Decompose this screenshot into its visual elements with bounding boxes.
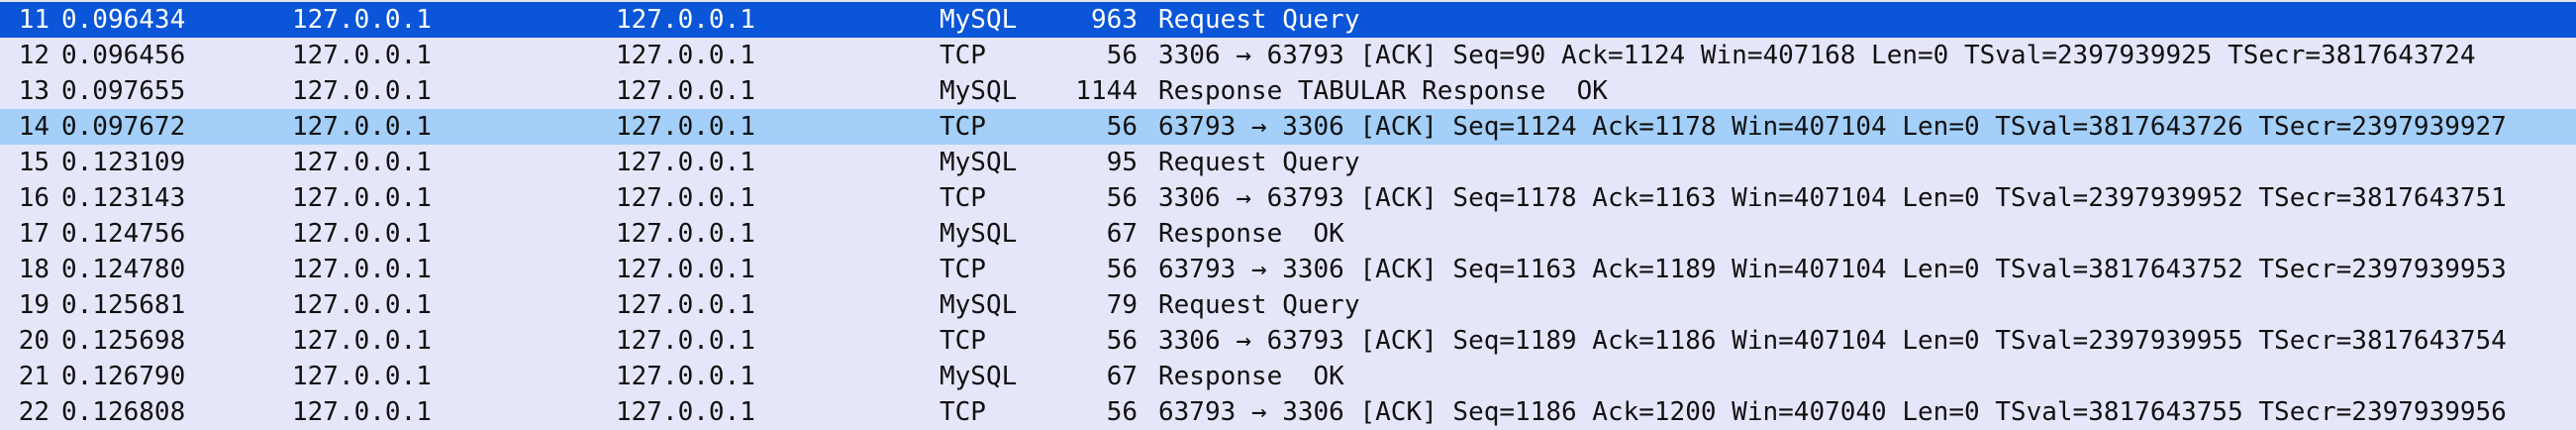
packet-time: 0.096434	[61, 5, 186, 35]
packet-destination: 127.0.0.1	[616, 362, 755, 391]
packet-length: 79	[1106, 290, 1138, 320]
packet-number: 16	[18, 183, 50, 213]
packet-row[interactable]: 19 0.125681 127.0.0.1 127.0.0.1 MySQL 79 Reque…	[0, 287, 2576, 323]
packet-length: 56	[1106, 255, 1138, 284]
packet-number: 17	[18, 219, 50, 249]
packet-source: 127.0.0.1	[292, 112, 432, 142]
packet-number: 21	[18, 362, 50, 391]
packet-time: 0.126790	[61, 362, 186, 391]
packet-source: 127.0.0.1	[292, 76, 432, 106]
packet-info: Response OK	[1158, 362, 1344, 391]
packet-source: 127.0.0.1	[292, 326, 432, 356]
packet-number: 11	[18, 5, 50, 35]
packet-row[interactable]: 22 0.126808 127.0.0.1 127.0.0.1 TCP 56 63793 →…	[0, 394, 2576, 430]
packet-destination: 127.0.0.1	[616, 148, 755, 177]
packet-destination: 127.0.0.1	[616, 5, 755, 35]
packet-length: 56	[1106, 183, 1138, 213]
packet-source: 127.0.0.1	[292, 362, 432, 391]
packet-source: 127.0.0.1	[292, 397, 432, 427]
packet-number: 15	[18, 148, 50, 177]
packet-length: 1144	[1075, 76, 1138, 106]
packet-info: 63793 → 3306 [ACK] Seq=1163 Ack=1189 Win…	[1158, 255, 2507, 284]
packet-row[interactable]: 15 0.123109 127.0.0.1 127.0.0.1 MySQL 95 Reque…	[0, 145, 2576, 180]
packet-number: 20	[18, 326, 50, 356]
packet-number: 13	[18, 76, 50, 106]
packet-info: 63793 → 3306 [ACK] Seq=1124 Ack=1178 Win…	[1158, 112, 2507, 142]
packet-number: 14	[18, 112, 50, 142]
packet-number: 22	[18, 397, 50, 427]
packet-destination: 127.0.0.1	[616, 76, 755, 106]
packet-protocol: TCP	[940, 255, 986, 284]
packet-length: 67	[1106, 219, 1138, 249]
packet-info: Request Query	[1158, 5, 1360, 35]
packet-time: 0.124756	[61, 219, 186, 249]
packet-destination: 127.0.0.1	[616, 219, 755, 249]
packet-info: Request Query	[1158, 148, 1360, 177]
packet-time: 0.126808	[61, 397, 186, 427]
packet-protocol: TCP	[940, 397, 986, 427]
packet-protocol: TCP	[940, 326, 986, 356]
packet-row[interactable]: 14 0.097672 127.0.0.1 127.0.0.1 TCP 56 63793 →…	[0, 109, 2576, 145]
packet-time: 0.096456	[61, 41, 186, 70]
packet-destination: 127.0.0.1	[616, 183, 755, 213]
packet-row[interactable]: 11 0.096434 127.0.0.1 127.0.0.1 MySQL 963 Requ…	[0, 2, 2576, 38]
packet-source: 127.0.0.1	[292, 41, 432, 70]
packet-length: 95	[1106, 148, 1138, 177]
packet-protocol: MySQL	[940, 290, 1018, 320]
packet-info: 63793 → 3306 [ACK] Seq=1186 Ack=1200 Win…	[1158, 397, 2507, 427]
packet-info: Response OK	[1158, 219, 1344, 249]
packet-time: 0.097655	[61, 76, 186, 106]
packet-row[interactable]: 16 0.123143 127.0.0.1 127.0.0.1 TCP 56 3306 → …	[0, 180, 2576, 216]
packet-length: 56	[1106, 41, 1138, 70]
packet-source: 127.0.0.1	[292, 255, 432, 284]
packet-info: 3306 → 63793 [ACK] Seq=1178 Ack=1163 Win…	[1158, 183, 2507, 213]
packet-source: 127.0.0.1	[292, 183, 432, 213]
packet-row[interactable]: 12 0.096456 127.0.0.1 127.0.0.1 TCP 56 3306 → …	[0, 38, 2576, 73]
packet-protocol: MySQL	[940, 76, 1018, 106]
packet-protocol: TCP	[940, 41, 986, 70]
packet-destination: 127.0.0.1	[616, 397, 755, 427]
packet-info: 3306 → 63793 [ACK] Seq=1189 Ack=1186 Win…	[1158, 326, 2507, 356]
packet-destination: 127.0.0.1	[616, 290, 755, 320]
packet-length: 56	[1106, 326, 1138, 356]
packet-length: 56	[1106, 112, 1138, 142]
packet-protocol: TCP	[940, 112, 986, 142]
packet-row[interactable]: 17 0.124756 127.0.0.1 127.0.0.1 MySQL 67 Respo…	[0, 216, 2576, 252]
packet-row[interactable]: 20 0.125698 127.0.0.1 127.0.0.1 TCP 56 3306 → …	[0, 323, 2576, 359]
packet-number: 19	[18, 290, 50, 320]
packet-protocol: MySQL	[940, 362, 1018, 391]
packet-destination: 127.0.0.1	[616, 41, 755, 70]
packet-source: 127.0.0.1	[292, 290, 432, 320]
packet-source: 127.0.0.1	[292, 219, 432, 249]
packet-length: 963	[1091, 5, 1138, 35]
packet-number: 18	[18, 255, 50, 284]
packet-protocol: TCP	[940, 183, 986, 213]
packet-info: 3306 → 63793 [ACK] Seq=90 Ack=1124 Win=4…	[1158, 41, 2476, 70]
packet-time: 0.125681	[61, 290, 186, 320]
packet-time: 0.125698	[61, 326, 186, 356]
packet-length: 56	[1106, 397, 1138, 427]
packet-destination: 127.0.0.1	[616, 112, 755, 142]
packet-source: 127.0.0.1	[292, 5, 432, 35]
packet-row[interactable]: 18 0.124780 127.0.0.1 127.0.0.1 TCP 56 63793 →…	[0, 252, 2576, 287]
packet-row[interactable]: 13 0.097655 127.0.0.1 127.0.0.1 MySQL 1144 Res…	[0, 73, 2576, 109]
packet-number: 12	[18, 41, 50, 70]
packet-destination: 127.0.0.1	[616, 326, 755, 356]
packet-row[interactable]: 21 0.126790 127.0.0.1 127.0.0.1 MySQL 67 Respo…	[0, 359, 2576, 394]
packet-time: 0.097672	[61, 112, 186, 142]
packet-protocol: MySQL	[940, 5, 1018, 35]
packet-info: Response TABULAR Response OK	[1158, 76, 1608, 106]
packet-time: 0.124780	[61, 255, 186, 284]
packet-time: 0.123143	[61, 183, 186, 213]
packet-destination: 127.0.0.1	[616, 255, 755, 284]
packet-length: 67	[1106, 362, 1138, 391]
packet-info: Request Query	[1158, 290, 1360, 320]
packet-protocol: MySQL	[940, 148, 1018, 177]
packet-protocol: MySQL	[940, 219, 1018, 249]
packet-list: 11 0.096434 127.0.0.1 127.0.0.1 MySQL 963 Requ…	[0, 0, 2576, 430]
packet-source: 127.0.0.1	[292, 148, 432, 177]
packet-time: 0.123109	[61, 148, 186, 177]
